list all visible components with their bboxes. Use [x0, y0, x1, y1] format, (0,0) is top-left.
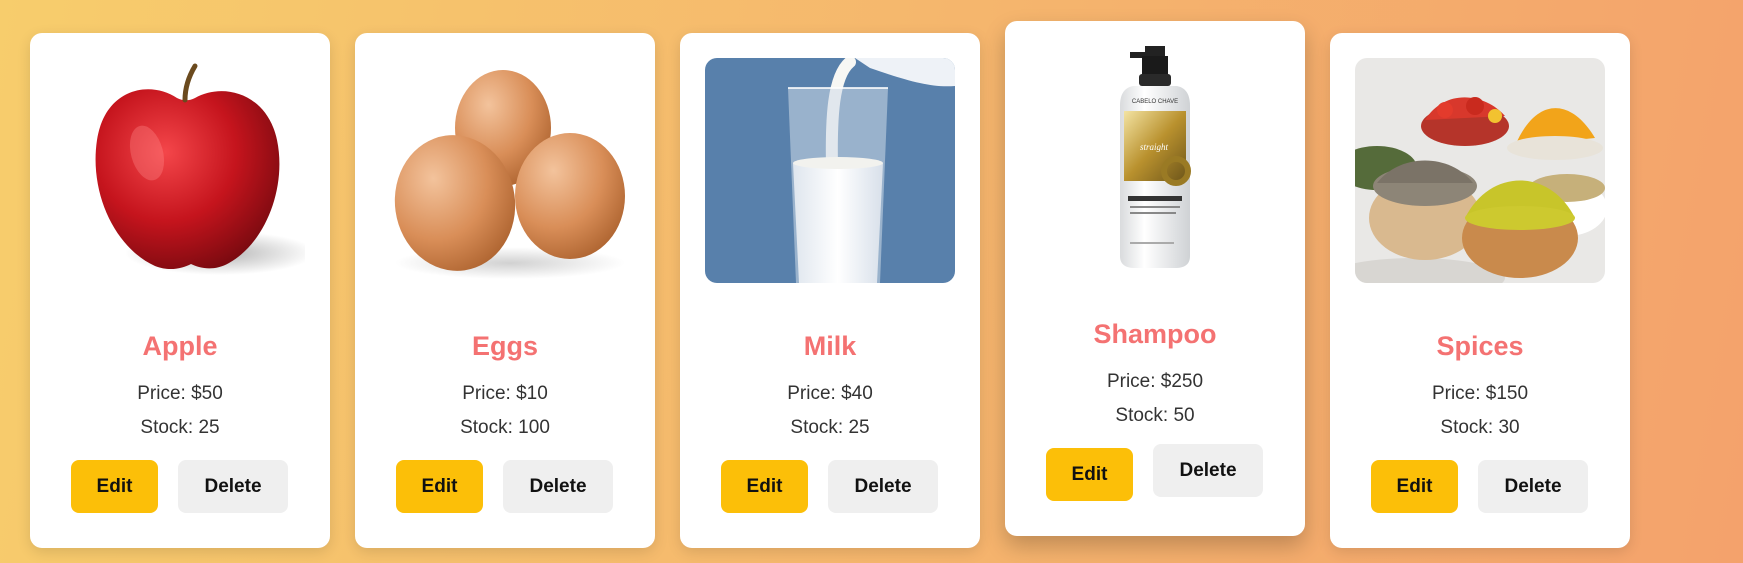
edit-button[interactable]: Edit — [1371, 460, 1458, 513]
edit-button[interactable]: Edit — [396, 460, 483, 513]
product-stock: Stock: 25 — [140, 417, 220, 438]
delete-button[interactable]: Delete — [1153, 444, 1263, 497]
product-price: Price: $150 — [1431, 383, 1529, 404]
delete-button[interactable]: Delete — [503, 460, 613, 513]
milk-image — [705, 58, 955, 283]
delete-button[interactable]: Delete — [828, 460, 938, 513]
product-price: Price: $40 — [787, 383, 873, 404]
product-price: Price: $250 — [1106, 371, 1204, 392]
product-price: Price: $10 — [462, 383, 548, 404]
eggs-image — [380, 58, 630, 283]
apple-image — [55, 58, 305, 283]
product-stock: Stock: 25 — [790, 417, 870, 438]
product-stock: Stock: 50 — [1115, 405, 1195, 426]
edit-button[interactable]: Edit — [71, 460, 158, 513]
spices-image — [1355, 58, 1605, 283]
edit-button[interactable]: Edit — [721, 460, 808, 513]
product-name: Shampoo — [1093, 319, 1217, 349]
product-card-shampoo: CABELO CHAVE straight Shampoo Price: $25… — [1005, 21, 1305, 536]
edit-button[interactable]: Edit — [1046, 448, 1133, 501]
product-price: Price: $50 — [137, 383, 223, 404]
product-stock: Stock: 30 — [1440, 417, 1520, 438]
product-name: Spices — [1436, 331, 1524, 361]
shampoo-image: CABELO CHAVE straight — [1030, 46, 1280, 271]
shampoo-brand-text: CABELO CHAVE — [1132, 99, 1178, 105]
product-card-eggs: Eggs Price: $10 Stock: 100 Edit Delete — [355, 33, 655, 548]
shampoo-product-text: straight — [1140, 142, 1169, 152]
product-name: Apple — [142, 331, 218, 361]
product-name: Milk — [803, 331, 857, 361]
product-name: Eggs — [471, 331, 538, 361]
delete-button[interactable]: Delete — [1478, 460, 1588, 513]
delete-button[interactable]: Delete — [178, 460, 288, 513]
product-card-spices: Spices Price: $150 Stock: 30 Edit Delete — [1330, 33, 1630, 548]
product-card-apple: Apple Price: $50 Stock: 25 Edit Delete — [30, 33, 330, 548]
product-card-milk: Milk Price: $40 Stock: 25 Edit Delete — [680, 33, 980, 548]
product-stock: Stock: 100 — [460, 417, 550, 438]
